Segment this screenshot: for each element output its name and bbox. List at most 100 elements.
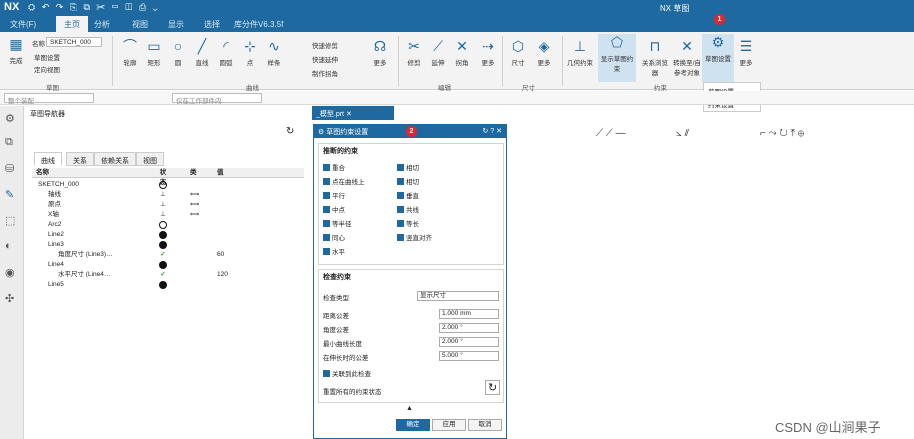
constraint-checkbox[interactable]: 竖直对齐 <box>397 232 432 242</box>
stretch-tolerance-input[interactable]: 5.000 ° <box>439 351 499 361</box>
geometric-constraint-button[interactable]: ⊥ 几何约束 <box>566 38 594 67</box>
menu-library[interactable]: 库分件V6.3.5f <box>234 19 283 30</box>
dimension-button[interactable]: ⬡ 尺寸 <box>508 38 528 67</box>
constraint-checkbox[interactable]: 点在曲线上 <box>323 176 365 186</box>
edit-more-button[interactable]: ⇢ 更多 <box>478 38 498 67</box>
column-header[interactable]: 名称 <box>36 168 49 178</box>
tree-row[interactable]: 轴线 ⊥ ⟺ <box>32 190 304 200</box>
assembly-icon[interactable]: ⧉ <box>5 136 13 149</box>
extend-button[interactable]: ⟋ 延伸 <box>428 38 448 67</box>
tree-row[interactable]: 角度尺寸 (Line3)… ✓ 60 <box>32 250 304 260</box>
rectangle-label: 矩形 <box>147 60 161 67</box>
quick-extend-button[interactable]: 快速延伸 <box>312 54 338 64</box>
type-filter-select[interactable]: 整个装配 <box>4 93 94 105</box>
collapse-arrow-icon[interactable]: ▲ <box>406 405 413 412</box>
tree-row[interactable]: Line5 <box>32 280 304 290</box>
tab-relations[interactable]: 关系 <box>66 152 94 166</box>
curve-more-icon: ☊ <box>373 38 387 54</box>
graphics-window-tab[interactable]: _模型.prt ✕ <box>312 106 394 120</box>
constraint-checkbox[interactable]: 共线 <box>397 204 419 214</box>
constraint-checkbox[interactable]: 相切 <box>397 162 419 172</box>
constraint-label: 同心 <box>332 235 345 242</box>
relations-icon: ⊓ <box>649 38 661 54</box>
constraint-checkbox[interactable]: 相切 <box>397 176 419 186</box>
spline-button[interactable]: ∿ 样条 <box>264 38 284 67</box>
tree-row[interactable]: X轴 ⊥ ⟺ <box>32 210 304 220</box>
check-type-select[interactable]: 显示尺寸 <box>417 291 499 301</box>
menu-display[interactable]: 显示 <box>168 19 184 30</box>
min-curve-length-input[interactable]: 2.000 ° <box>439 337 499 347</box>
line-button[interactable]: ╱ 直线 <box>192 38 212 67</box>
corner-button[interactable]: ✕ 拐角 <box>452 38 472 67</box>
divider <box>398 36 399 86</box>
part-icon[interactable]: ⬚ <box>5 214 15 227</box>
circle-button[interactable]: ○ 圆 <box>168 38 188 67</box>
web-icon[interactable]: ◐ <box>5 240 12 252</box>
navigator-tree: 名称 状态类值 SKETCH_000 轴线 ⊥ ⟺ 原点 ⊥ ⟺ X轴 ⊥ ⟺ Arc2 Line2 Lin… <box>32 168 304 439</box>
more-curve-button[interactable]: ☊ 更多 <box>370 38 390 67</box>
cancel-button[interactable]: 取消 <box>468 419 502 431</box>
tab-curves[interactable]: 曲线 <box>34 152 62 166</box>
constraint-checkbox[interactable]: 等半径 <box>323 218 352 228</box>
orient-view-button[interactable]: 定向视图 <box>34 64 60 74</box>
tree-row[interactable]: Line4 <box>32 260 304 270</box>
sketch-name-select[interactable]: SKETCH_000 <box>46 37 102 47</box>
tree-row[interactable]: Line3 <box>32 240 304 250</box>
distance-tolerance-input[interactable]: 1.000 mm <box>439 309 499 319</box>
finish-sketch-button[interactable]: ▦ 完成 <box>6 36 26 65</box>
reset-icon[interactable]: ↻ <box>286 126 294 137</box>
constraint-checkbox[interactable]: 水平 <box>323 246 345 256</box>
point-button[interactable]: ⊹ 点 <box>240 38 260 67</box>
quick-trim-button[interactable]: 快速修剪 <box>312 40 338 50</box>
make-corner-button[interactable]: 制作拐角 <box>312 68 338 78</box>
column-header[interactable]: 值 <box>217 168 224 178</box>
sketch-settings-dropdown-button[interactable]: ⚙ 草图设置 <box>702 34 734 82</box>
row-name: 原点 <box>48 201 61 208</box>
sketch-settings-button[interactable]: 草图设置 <box>34 52 60 62</box>
auto-check-checkbox[interactable]: 关联到此检查 <box>323 368 371 378</box>
constraint-checkbox[interactable]: 垂直 <box>397 190 419 200</box>
show-constraints-button[interactable]: ⬠ 显示草图约束 <box>598 34 636 82</box>
column-header[interactable]: 类 <box>190 168 197 178</box>
quick-access-toolbar[interactable]: ⛭ ↶ ↷ ⎘ ⧉ ✂ ▭ ◫ ⎙ ⌄ <box>28 2 160 13</box>
rectangle-button[interactable]: ▭ 矩形 <box>144 38 164 67</box>
trim-button[interactable]: ✂ 修剪 <box>404 38 424 67</box>
convert-reference-button[interactable]: ✕ 转换至/自参考对象 <box>672 38 702 77</box>
constraint-checkbox[interactable]: 同心 <box>323 232 345 242</box>
constraints-more-button[interactable]: ☰ 更多 <box>736 38 756 67</box>
tree-row[interactable]: Line2 <box>32 230 304 240</box>
tree-row[interactable]: Arc2 <box>32 220 304 230</box>
menu-view[interactable]: 视图 <box>132 19 148 30</box>
reset-icon[interactable]: ↻ <box>485 380 501 395</box>
history-icon[interactable]: ⛁ <box>5 162 14 175</box>
constraint-checkbox[interactable]: 平行 <box>323 190 345 200</box>
close-icon[interactable]: ↻ ? ✕ <box>482 127 502 135</box>
constraint-checkbox[interactable]: 中点 <box>323 204 345 214</box>
edit-more-label: 更多 <box>481 60 495 67</box>
row-name: Line4 <box>48 261 64 268</box>
profile-button[interactable]: ⌒ 轮廓 <box>120 38 140 67</box>
menu-file[interactable]: 文件(F) <box>10 19 36 30</box>
constraint-checkbox[interactable]: 重合 <box>323 162 345 172</box>
apply-button[interactable]: 应用 <box>432 419 466 431</box>
constraint-checkbox[interactable]: 等长 <box>397 218 419 228</box>
angle-tolerance-input[interactable]: 2.000 ° <box>439 323 499 333</box>
menu-select[interactable]: 选择 <box>204 19 220 30</box>
dimension-more-button[interactable]: ◈ 更多 <box>534 38 554 67</box>
tree-row[interactable]: 原点 ⊥ ⟺ <box>32 200 304 210</box>
sketch-navigator-icon[interactable]: ✎ <box>5 188 14 201</box>
tools-icon[interactable]: ✣ <box>5 292 14 305</box>
tab-dependencies[interactable]: 依赖关系 <box>94 152 136 166</box>
gear-icon[interactable]: ⚙ <box>5 112 15 125</box>
menu-home[interactable]: 主页 <box>56 16 88 32</box>
globe-icon[interactable]: ◉ <box>5 266 15 279</box>
scope-select[interactable]: 仅在工作部件内 <box>172 93 262 105</box>
check-constraints-section: 检查约束 检查类型 显示尺寸 距离公差 1.000 mm 角度公差 2.000 … <box>318 269 504 403</box>
ok-button[interactable]: 确定 <box>396 419 430 431</box>
menu-analysis[interactable]: 分析 <box>94 19 110 30</box>
relations-browser-button[interactable]: ⊓ 关系浏览器 <box>640 38 670 77</box>
tree-row[interactable]: 水平尺寸 (Line4… ✓ 120 <box>32 270 304 280</box>
tree-row[interactable]: SKETCH_000 <box>32 180 304 190</box>
tab-view[interactable]: 视图 <box>136 152 164 166</box>
arc-button[interactable]: ◜ 圆弧 <box>216 38 236 67</box>
